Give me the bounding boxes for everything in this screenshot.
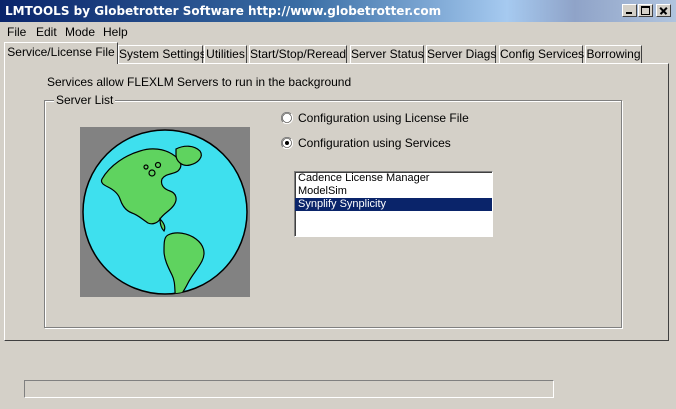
tab-system-settings[interactable]: System Settings <box>118 45 206 63</box>
tab-service-license-file[interactable]: Service/License File <box>4 42 118 64</box>
panel-description: Services allow FLEXLM Servers to run in … <box>47 75 352 89</box>
menu-edit[interactable]: Edit <box>36 25 57 39</box>
minimize-button[interactable] <box>622 4 637 17</box>
globe-icon <box>82 129 248 295</box>
services-listbox[interactable]: Cadence License Manager ModelSim Synplif… <box>294 171 493 237</box>
tab-borrowing[interactable]: Borrowing <box>585 45 642 63</box>
tab-utilities[interactable]: Utilities <box>204 45 247 63</box>
tab-start-stop-reread[interactable]: Start/Stop/Reread <box>249 45 347 63</box>
globe-image <box>80 127 250 297</box>
lmtools-window: LMTOOLS by Globetrotter Software http://… <box>0 0 676 409</box>
tab-server-status[interactable]: Server Status <box>350 45 424 63</box>
menu-mode[interactable]: Mode <box>65 25 95 39</box>
menu-help[interactable]: Help <box>103 25 128 39</box>
list-item[interactable]: ModelSim <box>295 185 492 198</box>
status-bar <box>24 380 554 398</box>
window-title: LMTOOLS by Globetrotter Software http://… <box>5 4 442 18</box>
maximize-button[interactable] <box>638 4 653 17</box>
radio-services-label[interactable]: Configuration using Services <box>298 136 451 150</box>
radio-license-file-label[interactable]: Configuration using License File <box>298 111 469 125</box>
radio-services[interactable] <box>280 136 294 150</box>
tab-strip: Service/License File System Settings Uti… <box>0 42 676 64</box>
list-item-selected[interactable]: Synplify Synplicity <box>295 198 492 211</box>
group-label: Server List <box>54 93 116 107</box>
menu-file[interactable]: File <box>7 25 26 39</box>
list-item[interactable]: Cadence License Manager <box>295 172 492 185</box>
tab-config-services[interactable]: Config Services <box>499 45 584 63</box>
menu-bar: File Edit Mode Help <box>0 22 676 41</box>
title-bar[interactable]: LMTOOLS by Globetrotter Software http://… <box>0 0 676 22</box>
close-button[interactable] <box>656 4 671 17</box>
tab-server-diags[interactable]: Server Diags <box>426 45 496 63</box>
radio-license-file[interactable] <box>280 111 294 125</box>
